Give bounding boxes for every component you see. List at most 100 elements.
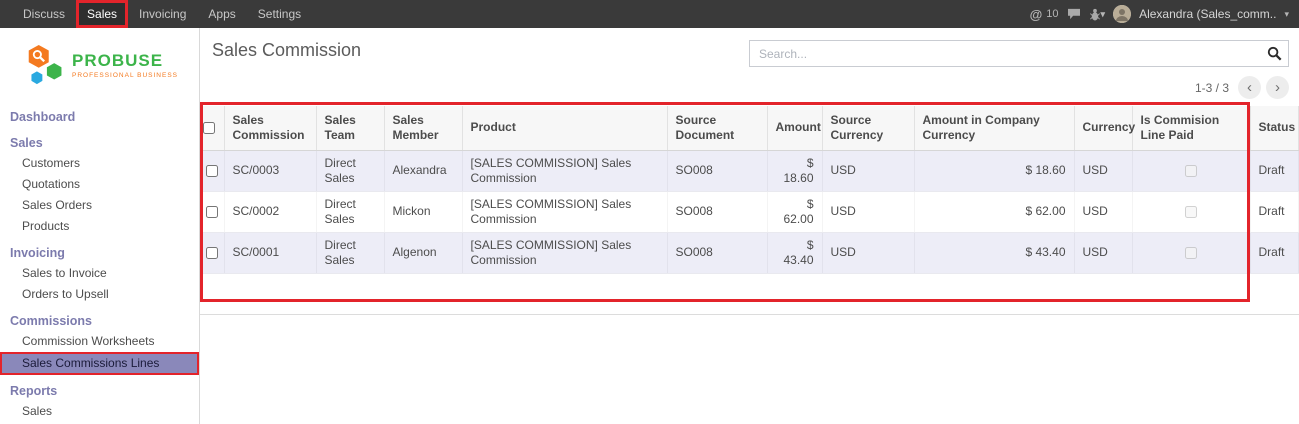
probuse-logo-text: PROBUSE PROFESSIONAL BUSINESS (72, 51, 178, 79)
cell-product: [SALES COMMISSION] Sales Commission (462, 150, 667, 191)
table-row[interactable]: SC/0003Direct SalesAlexandra[SALES COMMI… (200, 150, 1299, 191)
column-header-source-currency[interactable]: Source Currency (822, 106, 914, 150)
sidebar-item-sales-commissions-lines[interactable]: Sales Commissions Lines (0, 352, 199, 375)
select-all-header-cell (200, 106, 224, 150)
cell-source-currency: USD (822, 150, 914, 191)
cell-sales-commission: SC/0003 (224, 150, 316, 191)
topbar-right: @ 10 ▾ Alexandra (Sales_comm.. ▾ (1030, 0, 1299, 28)
column-header-source-document[interactable]: Source Document (667, 106, 767, 150)
topbar-menu-apps[interactable]: Apps (197, 0, 246, 28)
cell-currency: USD (1074, 191, 1132, 232)
search-icon[interactable] (1267, 46, 1282, 66)
search-box (749, 40, 1289, 67)
pager-prev-button[interactable]: ‹ (1238, 76, 1261, 99)
cell-amount: $ 62.00 (767, 191, 822, 232)
column-header-status[interactable]: Status (1250, 106, 1299, 150)
cell-amount-company: $ 18.60 (914, 150, 1074, 191)
search-input[interactable] (749, 40, 1289, 67)
cell-amount: $ 43.40 (767, 232, 822, 273)
cell-sales-member: Algenon (384, 232, 462, 273)
column-header-sales-member[interactable]: Sales Member (384, 106, 462, 150)
sidebar-nav: DashboardSalesCustomersQuotationsSales O… (0, 106, 199, 422)
avatar[interactable] (1113, 5, 1131, 23)
column-header-sales-commission[interactable]: Sales Commission (224, 106, 316, 150)
list-end-divider (200, 314, 1299, 315)
cell-is-commission-line-paid (1132, 150, 1250, 191)
topbar-menu-invoicing[interactable]: Invoicing (128, 0, 197, 28)
cell-status: Draft (1250, 232, 1299, 273)
commission-table: Sales CommissionSales TeamSales MemberPr… (200, 106, 1299, 274)
sidebar-item-sales-to-invoice[interactable]: Sales to Invoice (0, 263, 199, 284)
control-panel: Sales Commission (200, 28, 1299, 67)
cell-sales-member: Mickon (384, 191, 462, 232)
paid-checkbox (1185, 247, 1197, 259)
topbar-menu-settings[interactable]: Settings (247, 0, 312, 28)
logo-brand: PROBUSE (72, 51, 178, 71)
table-row[interactable]: SC/0002Direct SalesMickon[SALES COMMISSI… (200, 191, 1299, 232)
cell-source-currency: USD (822, 191, 914, 232)
cell-sales-commission: SC/0001 (224, 232, 316, 273)
probuse-logo: PROBUSE PROFESSIONAL BUSINESS (0, 28, 199, 98)
column-header-sales-team[interactable]: Sales Team (316, 106, 384, 150)
sidebar-item-orders-to-upsell[interactable]: Orders to Upsell (0, 284, 199, 305)
topbar-menu-discuss[interactable]: Discuss (12, 0, 76, 28)
messages-icon[interactable] (1067, 8, 1081, 20)
cell-currency: USD (1074, 150, 1132, 191)
row-select-checkbox[interactable] (206, 206, 218, 218)
column-header-is-commision-line-paid[interactable]: Is Commision Line Paid (1132, 106, 1250, 150)
sidebar-section-sales[interactable]: Sales (0, 132, 199, 153)
sidebar-section-reports[interactable]: Reports (0, 380, 199, 401)
cell-source-document: SO008 (667, 232, 767, 273)
probuse-logo-icon (26, 42, 66, 88)
cell-source-document: SO008 (667, 191, 767, 232)
sidebar: PROBUSE PROFESSIONAL BUSINESS Dashboard S… (0, 28, 200, 424)
sidebar-item-customers[interactable]: Customers (0, 153, 199, 174)
topbar: DiscussSalesInvoicingAppsSettings @ 10 ▾… (0, 0, 1299, 28)
cell-source-document: SO008 (667, 150, 767, 191)
debug-caret-icon: ▾ (1101, 9, 1106, 20)
sidebar-item-commission-worksheets[interactable]: Commission Worksheets (0, 331, 199, 352)
select-all-checkbox[interactable] (203, 122, 215, 134)
debug-icon[interactable]: ▾ (1089, 8, 1106, 21)
sidebar-item-sales-orders[interactable]: Sales Orders (0, 195, 199, 216)
user-caret-icon: ▾ (1284, 9, 1289, 20)
pager-range: 1-3 / 3 (1195, 81, 1229, 95)
cell-product: [SALES COMMISSION] Sales Commission (462, 191, 667, 232)
topbar-menus: DiscussSalesInvoicingAppsSettings (0, 0, 312, 28)
row-select-cell (200, 191, 224, 232)
sidebar-item-quotations[interactable]: Quotations (0, 174, 199, 195)
row-select-checkbox[interactable] (206, 165, 218, 177)
sidebar-item-products[interactable]: Products (0, 216, 199, 237)
table-row[interactable]: SC/0001Direct SalesAlgenon[SALES COMMISS… (200, 232, 1299, 273)
logo-tagline: PROFESSIONAL BUSINESS (72, 72, 178, 79)
app-body: PROBUSE PROFESSIONAL BUSINESS DashboardS… (0, 28, 1299, 424)
cell-is-commission-line-paid (1132, 232, 1250, 273)
topbar-menu-sales[interactable]: Sales (76, 0, 128, 28)
sidebar-section-dashboard[interactable]: Dashboard (0, 106, 199, 127)
paid-checkbox (1185, 165, 1197, 177)
column-header-product[interactable]: Product (462, 106, 667, 150)
cell-amount-company: $ 62.00 (914, 191, 1074, 232)
row-select-checkbox[interactable] (206, 247, 218, 259)
column-header-amount-in-company-currency[interactable]: Amount in Company Currency (914, 106, 1074, 150)
mention-icon[interactable]: @ (1030, 7, 1043, 22)
user-menu[interactable]: Alexandra (Sales_comm.. (1139, 7, 1276, 21)
cell-product: [SALES COMMISSION] Sales Commission (462, 232, 667, 273)
column-header-amount[interactable]: Amount (767, 106, 822, 150)
sidebar-section-commissions[interactable]: Commissions (0, 310, 199, 331)
sidebar-item-sales[interactable]: Sales (0, 401, 199, 422)
paid-checkbox (1185, 206, 1197, 218)
main-content: Sales Commission 1-3 / 3 ‹ › Sa (200, 28, 1299, 424)
table-header-row: Sales CommissionSales TeamSales MemberPr… (200, 106, 1299, 150)
cell-sales-member: Alexandra (384, 150, 462, 191)
column-header-currency[interactable]: Currency (1074, 106, 1132, 150)
pager-next-button[interactable]: › (1266, 76, 1289, 99)
row-select-cell (200, 232, 224, 273)
cell-source-currency: USD (822, 232, 914, 273)
cell-currency: USD (1074, 232, 1132, 273)
cell-status: Draft (1250, 150, 1299, 191)
list-view: Sales CommissionSales TeamSales MemberPr… (200, 106, 1299, 314)
sidebar-section-invoicing[interactable]: Invoicing (0, 242, 199, 263)
cell-is-commission-line-paid (1132, 191, 1250, 232)
pager: 1-3 / 3 ‹ › (200, 67, 1299, 99)
